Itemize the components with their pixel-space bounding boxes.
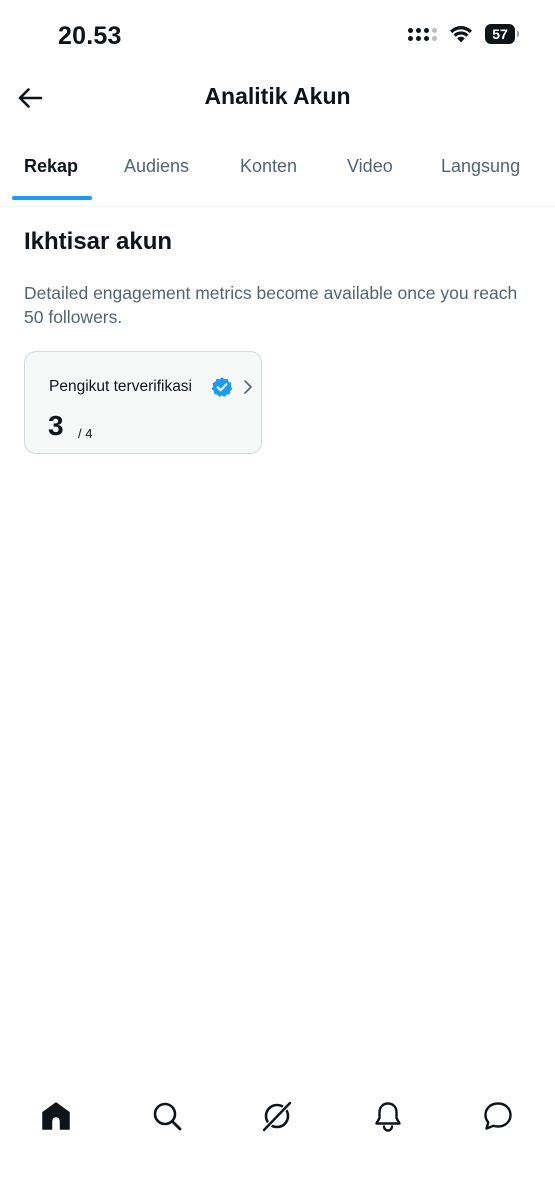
tab-langsung[interactable]: Langsung (441, 156, 520, 177)
notifications-icon (375, 1102, 401, 1132)
nav-search[interactable] (147, 1096, 187, 1136)
grok-icon (261, 1100, 293, 1133)
verified-followers-card[interactable]: Pengikut terverifikasi 3 / 4 (24, 351, 262, 454)
tab-audiens[interactable]: Audiens (124, 156, 189, 177)
messages-icon (484, 1102, 512, 1130)
status-bar: 20.53 57 (0, 0, 555, 74)
home-icon (42, 1102, 70, 1130)
tab-video[interactable]: Video (347, 156, 393, 177)
verified-badge-icon (211, 377, 233, 397)
active-tab-indicator (12, 196, 92, 200)
tab-bar: Rekap Audiens Konten Video Langsung (0, 140, 555, 207)
nav-home[interactable] (36, 1096, 76, 1136)
page-title: Analitik Akun (204, 83, 351, 109)
verified-followers-total: / 4 (78, 426, 93, 441)
nav-notifications[interactable] (368, 1096, 408, 1136)
signal-icon (408, 27, 437, 41)
status-icons: 57 (408, 24, 519, 44)
header: Analitik Akun (0, 74, 555, 122)
section-title: Ikhtisar akun (24, 228, 173, 255)
search-icon (153, 1102, 182, 1131)
card-label: Pengikut terverifikasi (49, 378, 193, 395)
wifi-icon (450, 26, 472, 43)
status-time: 20.53 (58, 22, 122, 50)
nav-messages[interactable] (478, 1096, 518, 1136)
chevron-right-icon (244, 380, 252, 394)
section-description: Detailed engagement metrics become avail… (24, 283, 518, 327)
nav-grok[interactable] (257, 1096, 297, 1136)
battery-icon: 57 (485, 24, 519, 44)
verified-followers-count: 3 (48, 410, 64, 441)
account-analytics-screen: 20.53 57 Analitik Akun Rekap Audiens Kon… (0, 0, 555, 1200)
tab-rekap[interactable]: Rekap (24, 156, 78, 177)
tab-konten[interactable]: Konten (240, 156, 297, 177)
battery-level: 57 (492, 26, 508, 42)
